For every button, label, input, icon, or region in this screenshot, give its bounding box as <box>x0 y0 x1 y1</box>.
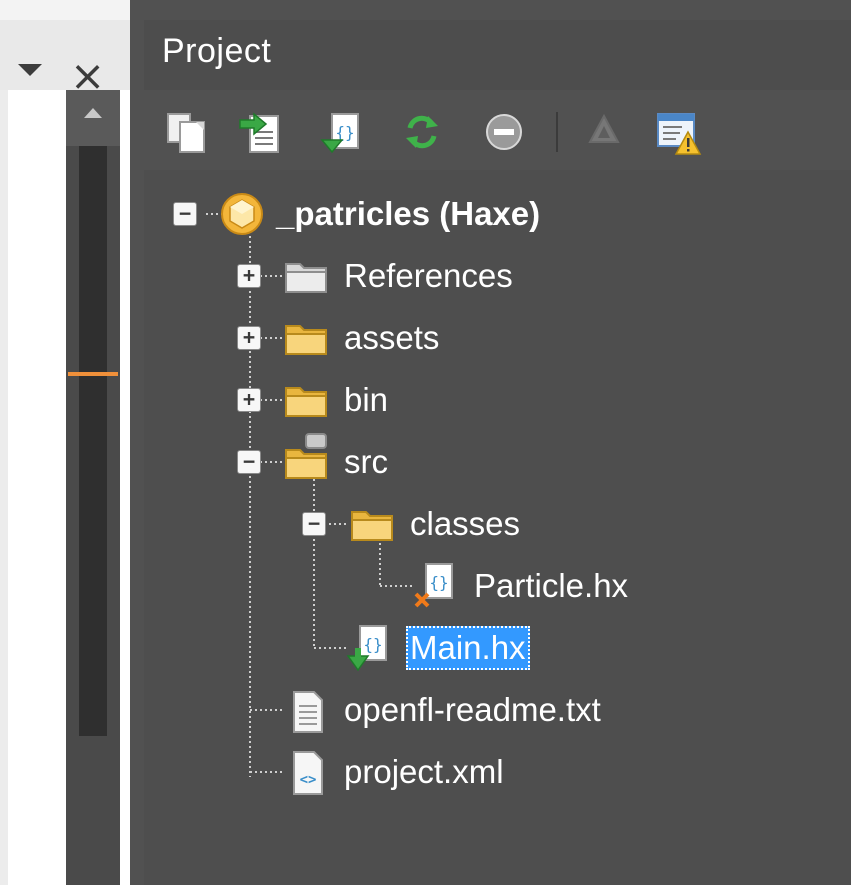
panel-title: Project <box>162 32 272 70</box>
tree-node-main-hx[interactable]: Main.hx <box>406 626 530 670</box>
project-toolbar: {} <box>144 90 851 170</box>
tree-node-openfl-readme[interactable]: openfl-readme.txt <box>344 688 601 732</box>
folder-gray-icon <box>285 263 327 293</box>
svg-text:<>: <> <box>300 772 317 788</box>
haxe-build-icon[interactable] <box>578 106 630 158</box>
tree-toggle-expand[interactable]: + <box>237 264 261 288</box>
scroll-thumb[interactable] <box>79 146 107 736</box>
tree-toggle-expand[interactable]: + <box>237 388 261 412</box>
project-properties-warning-icon[interactable] <box>652 106 704 158</box>
project-tree: − _patricles (Haxe) + References + asset… <box>144 170 851 885</box>
haxe-project-icon <box>221 193 263 235</box>
refresh-icon[interactable] <box>396 106 448 158</box>
tree-toggle-expand[interactable]: + <box>237 326 261 350</box>
tree-toggle-collapse[interactable]: − <box>237 450 261 474</box>
tree-node-bin[interactable]: bin <box>344 378 388 422</box>
tree-node-project-xml[interactable]: project.xml <box>344 750 504 794</box>
tree-node-classes[interactable]: classes <box>410 502 520 546</box>
tree-node-src[interactable]: src <box>344 440 388 484</box>
tree-node-project-root[interactable]: _patricles (Haxe) <box>276 192 540 236</box>
insert-into-document-icon[interactable] <box>236 106 288 158</box>
scroll-position-marker <box>68 372 118 376</box>
tree-node-assets[interactable]: assets <box>344 316 439 360</box>
copy-icon[interactable] <box>162 106 214 158</box>
editor-gutter <box>0 90 8 885</box>
tree-toggle-collapse[interactable]: − <box>173 202 197 226</box>
svg-text:{}: {} <box>335 123 354 142</box>
svg-text:{}: {} <box>363 635 382 654</box>
scroll-up-button[interactable] <box>66 90 120 146</box>
folder-icon <box>285 325 327 355</box>
arrow-up-icon <box>84 108 102 118</box>
toolbar-separator <box>556 112 558 152</box>
collapse-all-icon[interactable] <box>478 106 530 158</box>
left-panel-header: × <box>0 20 134 100</box>
haxe-class-document-class-icon: {} <box>346 625 387 672</box>
svg-text:{}: {} <box>429 573 448 592</box>
tree-node-references[interactable]: References <box>344 254 513 298</box>
panel-title-bar: Project <box>144 20 851 90</box>
folder-icon <box>285 387 327 417</box>
folder-icon <box>351 511 393 541</box>
xml-file-icon: <> <box>293 751 323 795</box>
add-class-icon[interactable]: {} <box>316 106 368 158</box>
text-file-icon <box>293 691 323 733</box>
tree-toggle-collapse[interactable]: − <box>302 512 326 536</box>
vertical-scrollbar[interactable] <box>66 90 120 885</box>
project-panel: Project {} − _patricles (Haxe) + Referen… <box>130 0 851 885</box>
classpath-folder-icon <box>285 433 327 479</box>
haxe-class-excluded-icon: {} <box>414 563 453 608</box>
chevron-down-icon[interactable] <box>16 62 44 78</box>
tree-node-particle-hx[interactable]: Particle.hx <box>474 564 628 608</box>
